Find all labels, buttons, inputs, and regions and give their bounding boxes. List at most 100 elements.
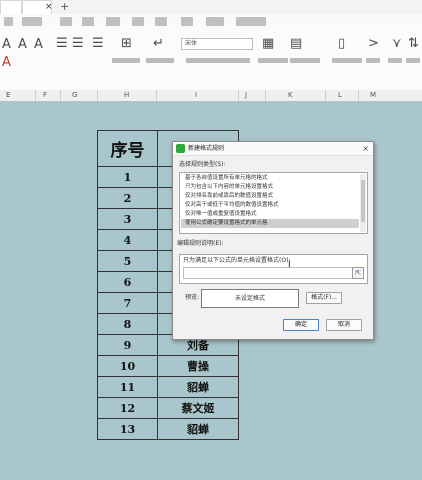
conditional-format-icon[interactable]: ▦: [262, 37, 274, 51]
font-name-select[interactable]: 宋体: [181, 38, 253, 50]
menu-item[interactable]: [181, 17, 193, 26]
menu-item[interactable]: [82, 17, 94, 26]
align-center-icon[interactable]: ☰: [72, 37, 84, 51]
menu-item[interactable]: [60, 17, 72, 26]
column-header[interactable]: I: [195, 90, 197, 101]
edit-description-label: 编辑规则说明(E):: [177, 240, 224, 247]
row-number-cell[interactable]: 12: [97, 397, 158, 419]
row-number-cell[interactable]: 9: [97, 334, 158, 356]
column-header[interactable]: M: [370, 90, 376, 101]
underline-icon[interactable]: A: [34, 38, 43, 52]
menu-item[interactable]: [106, 17, 120, 26]
ribbon-label-sort: [406, 58, 420, 63]
row-number-cell[interactable]: 4: [97, 229, 158, 251]
rule-type-item[interactable]: 仅对高于或低于平均值的数值设置格式: [181, 201, 359, 210]
table-style-icon[interactable]: ▤: [290, 37, 302, 51]
ribbon-label-sum: [366, 58, 380, 63]
rule-type-list[interactable]: 基于各自值设置所有单元格的格式 只为包含以下内容的单元格设置格式 仅对排名靠前或…: [179, 172, 368, 234]
wrap-text-icon[interactable]: ↵: [153, 37, 164, 51]
column-header[interactable]: H: [124, 90, 129, 101]
list-scrollbar[interactable]: [360, 174, 366, 232]
range-select-icon[interactable]: ⇱: [352, 267, 364, 279]
app-logo-icon: [176, 144, 185, 153]
row-number-cell[interactable]: 6: [97, 271, 158, 293]
column-header[interactable]: E: [6, 90, 10, 101]
formula-input[interactable]: [183, 267, 353, 279]
ribbon-label-number: [186, 58, 250, 63]
font-color-icon[interactable]: A: [2, 56, 11, 70]
table-row: 11 貂蝉: [97, 376, 239, 398]
table-row: 12 蔡文姬: [97, 397, 239, 419]
ribbon-label-conditional: [258, 58, 288, 63]
menu-item[interactable]: [22, 17, 42, 26]
column-header[interactable]: G: [72, 90, 77, 101]
tab-close-icon[interactable]: ×: [45, 1, 53, 14]
column-header[interactable]: K: [288, 90, 293, 101]
row-name-cell[interactable]: 曹操: [157, 355, 239, 377]
rule-type-item[interactable]: 仅对排名靠前或靠后的数值设置格式: [181, 192, 359, 201]
row-number-cell[interactable]: 11: [97, 376, 158, 398]
rule-type-item[interactable]: 只为包含以下内容的单元格设置格式: [181, 183, 359, 192]
bold-icon[interactable]: A: [2, 38, 11, 52]
row-name-cell[interactable]: 貂蝉: [157, 418, 239, 440]
row-name-cell[interactable]: 蔡文姬: [157, 397, 239, 419]
text-cursor-icon: I: [288, 260, 291, 270]
chevron-right-icon[interactable]: >: [368, 37, 379, 51]
menu-item[interactable]: [4, 17, 13, 26]
preview-label: 预览:: [185, 294, 200, 301]
rule-type-item-selected[interactable]: 使用公式确定要设置格式的单元格: [181, 219, 359, 228]
document-helper-icon[interactable]: ▯: [338, 37, 345, 51]
row-name-cell[interactable]: 貂蝉: [157, 376, 239, 398]
table-row: 13 貂蝉: [97, 418, 239, 440]
rule-description-panel: 只为满足以下公式的单元格设置格式(O): I ⇱: [179, 254, 368, 284]
rule-type-label: 选择规则类型(S):: [179, 161, 226, 168]
new-tab-icon[interactable]: +: [60, 0, 69, 13]
new-format-rule-dialog: 新建格式规则 × 选择规则类型(S): 基于各自值设置所有单元格的格式 只为包含…: [172, 141, 374, 340]
ribbon-label-filter: [388, 58, 402, 63]
table-row: 10 曹操: [97, 355, 239, 377]
ok-button[interactable]: 确定: [283, 319, 319, 331]
cancel-button[interactable]: 取消: [326, 319, 362, 331]
tab-bar: × +: [0, 0, 422, 14]
row-number-cell[interactable]: 8: [97, 313, 158, 335]
row-number-cell[interactable]: 10: [97, 355, 158, 377]
font-name-value: 宋体: [185, 40, 198, 47]
header-cell-number[interactable]: 序号: [97, 130, 158, 167]
row-number-cell[interactable]: 2: [97, 187, 158, 209]
column-header[interactable]: L: [338, 90, 342, 101]
row-number-cell[interactable]: 1: [97, 166, 158, 188]
row-number-cell[interactable]: 3: [97, 208, 158, 230]
sort-icon[interactable]: ⇅: [408, 37, 419, 51]
italic-icon[interactable]: A: [18, 38, 27, 52]
column-header[interactable]: J: [245, 90, 247, 101]
filter-icon[interactable]: ⋎: [392, 37, 402, 51]
menu-item[interactable]: [155, 17, 167, 26]
formula-label: 只为满足以下公式的单元格设置格式(O):: [183, 257, 291, 264]
ribbon-label-merge: [112, 58, 140, 63]
ribbon-label-helper: [332, 58, 362, 63]
tab-home[interactable]: [0, 0, 22, 14]
column-header[interactable]: F: [43, 90, 47, 101]
align-left-icon[interactable]: ☰: [56, 37, 68, 51]
menu-bar: [0, 14, 422, 31]
scrollbar-thumb[interactable]: [361, 180, 365, 222]
menu-item[interactable]: [206, 17, 224, 26]
rule-type-item[interactable]: 基于各自值设置所有单元格的格式: [181, 174, 359, 183]
row-number-cell[interactable]: 7: [97, 292, 158, 314]
ribbon-toolbar: A A A A ☰ ☰ ☰ ⊞ ↵ 宋体 ▦ ▤ ▯ > ⋎ ⇅: [0, 30, 422, 91]
dialog-title-bar[interactable]: 新建格式规则 ×: [173, 142, 373, 156]
row-number-cell[interactable]: 5: [97, 250, 158, 272]
format-button[interactable]: 格式(F)...: [306, 292, 342, 304]
dialog-title: 新建格式规则: [188, 145, 225, 152]
close-icon[interactable]: ×: [362, 142, 369, 155]
ribbon-label-table-style: [290, 58, 320, 63]
row-number-cell[interactable]: 13: [97, 418, 158, 440]
tab-document[interactable]: ×: [22, 0, 53, 14]
merge-center-icon[interactable]: ⊞: [121, 37, 132, 51]
menu-item[interactable]: [132, 17, 144, 26]
menu-item[interactable]: [236, 17, 266, 26]
ribbon-label-wrap: [146, 58, 174, 63]
rule-type-item[interactable]: 仅对唯一值或重复值设置格式: [181, 210, 359, 219]
format-preview: 未设定格式: [201, 289, 299, 308]
align-right-icon[interactable]: ☰: [92, 37, 104, 51]
